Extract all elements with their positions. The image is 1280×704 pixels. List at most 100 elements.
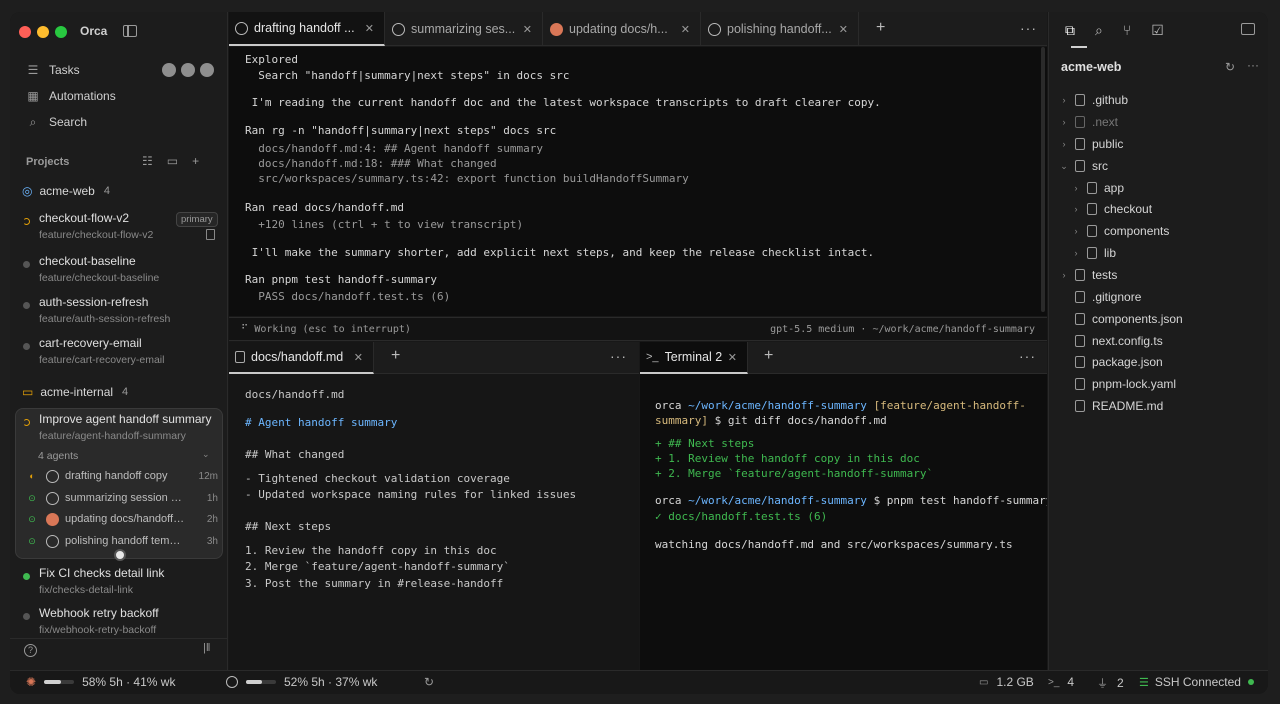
- checklist-icon[interactable]: ☑: [1151, 22, 1164, 39]
- folder-add-icon[interactable]: ▭: [167, 154, 178, 168]
- filter-icon[interactable]: ☷: [142, 154, 153, 168]
- close-icon[interactable]: ✕: [365, 22, 374, 35]
- workspace-item-active[interactable]: Improve agent handoff summary feature/age…: [22, 412, 222, 448]
- sidebar-toggle-icon[interactable]: [123, 25, 137, 37]
- tab-drafting-handoff[interactable]: drafting handoff ... ✕: [229, 12, 385, 46]
- provider-icons: [162, 63, 214, 77]
- terminal-icon: >_: [646, 351, 659, 363]
- tree-folder-open[interactable]: ⌄ src: [1049, 156, 1268, 176]
- tab-summarizing[interactable]: summarizing ses... ✕: [386, 12, 543, 46]
- workspace-item[interactable]: checkout-flow-v2 primary feature/checkout-…: [22, 211, 222, 247]
- list-icon: ☰: [27, 63, 39, 77]
- nav-automations[interactable]: ▦ Automations: [26, 86, 115, 106]
- openai-usage[interactable]: 52% 5h · 37% wk: [226, 675, 377, 689]
- search-icon[interactable]: ⌕: [1095, 22, 1103, 39]
- tree-folder[interactable]: › tests: [1049, 265, 1268, 285]
- tree-folder[interactable]: › lib: [1049, 243, 1268, 263]
- chevron-right-icon: ›: [1074, 204, 1078, 214]
- new-tab-plus-icon[interactable]: +: [876, 19, 885, 37]
- more-icon[interactable]: ···: [610, 348, 627, 364]
- claude-usage[interactable]: ✺ 58% 5h · 41% wk: [26, 675, 175, 689]
- resize-handle[interactable]: [114, 549, 126, 561]
- explorer-title: acme-web: [1061, 60, 1122, 74]
- source-control-icon[interactable]: ⑂: [1123, 22, 1131, 39]
- help-icon[interactable]: ?: [24, 644, 37, 657]
- refresh-icon[interactable]: ↻: [424, 675, 434, 689]
- shell-terminal[interactable]: orca ~/work/acme/handoff-summary [featur…: [640, 374, 1047, 670]
- close-icon[interactable]: ✕: [354, 351, 363, 364]
- prompt-path: ~/work/acme/handoff-summary: [688, 399, 867, 412]
- files-icon[interactable]: ⧉: [1065, 22, 1075, 39]
- tree-file[interactable]: README.md: [1049, 396, 1268, 416]
- refresh-icon[interactable]: ↻: [1225, 60, 1235, 74]
- more-icon[interactable]: ···: [1019, 348, 1036, 364]
- workspace-branch: feature/agent-handoff-summary: [39, 430, 186, 442]
- gitlab-icon[interactable]: [181, 63, 195, 77]
- workspace-branch: fix/checks-detail-link: [39, 584, 133, 596]
- workspace-item[interactable]: auth-session-refresh feature/auth-session…: [22, 295, 222, 331]
- app-name: Orca: [80, 24, 108, 38]
- nav-search[interactable]: ⌕ Search: [26, 112, 87, 132]
- close-icon[interactable]: ✕: [839, 23, 848, 36]
- diff-line: + 2. Merge `feature/agent-handoff-summar…: [655, 467, 934, 480]
- tab-updating-docs[interactable]: updating docs/h... ✕: [544, 12, 701, 46]
- repo-acme-web[interactable]: ◎ acme-web 4: [22, 184, 110, 198]
- tree-file[interactable]: pnpm-lock.yaml: [1049, 374, 1268, 394]
- tree-file[interactable]: package.json: [1049, 352, 1268, 372]
- markdown-editor[interactable]: docs/handoff.md # Agent handoff summary …: [229, 374, 639, 670]
- memory-indicator[interactable]: ▭ 1.2 GB: [979, 675, 1034, 689]
- workspace-item[interactable]: Webhook retry backoff fix/webhook-retry-b…: [22, 606, 222, 636]
- tree-folder[interactable]: › app: [1049, 178, 1268, 198]
- tree-folder[interactable]: › components: [1049, 221, 1268, 241]
- done-icon: ⊙: [28, 535, 36, 546]
- close-icon[interactable]: ✕: [681, 23, 690, 36]
- tree-folder[interactable]: › checkout: [1049, 199, 1268, 219]
- close-window-button[interactable]: [19, 26, 31, 38]
- scrollbar[interactable]: [1041, 47, 1045, 312]
- new-tab-plus-icon[interactable]: +: [391, 347, 400, 365]
- close-icon[interactable]: ✕: [523, 23, 532, 36]
- panel-right-icon[interactable]: [1241, 23, 1255, 35]
- github-icon[interactable]: [162, 63, 176, 77]
- more-icon[interactable]: ···: [1247, 58, 1259, 72]
- tab-polishing[interactable]: polishing handoff... ✕: [702, 12, 859, 46]
- nav-tasks[interactable]: ☰ Tasks: [26, 60, 80, 80]
- workspace-item[interactable]: checkout-baseline feature/checkout-baseli…: [22, 254, 222, 290]
- tree-folder[interactable]: › .next: [1049, 112, 1268, 132]
- chevron-down-icon[interactable]: ⌄: [202, 449, 210, 460]
- more-icon[interactable]: ···: [1020, 20, 1037, 36]
- port-count[interactable]: ⏚ 2: [1097, 675, 1124, 691]
- tree-file[interactable]: components.json: [1049, 309, 1268, 329]
- workspace-item[interactable]: Fix CI checks detail link fix/checks-deta…: [22, 566, 222, 602]
- tab-terminal-2[interactable]: >_ Terminal 2 ✕: [640, 342, 748, 374]
- repo-name: acme-web: [39, 184, 95, 198]
- minimize-window-button[interactable]: [37, 26, 49, 38]
- new-tab-plus-icon[interactable]: +: [764, 347, 773, 365]
- tree-file[interactable]: .gitignore: [1049, 287, 1268, 307]
- done-icon: ⊙: [28, 513, 36, 524]
- agent-item[interactable]: ◐ drafting handoff copy 12m: [28, 467, 218, 485]
- plus-icon[interactable]: +: [192, 154, 199, 168]
- agent-terminal[interactable]: Explored Search "handoff|summary|next st…: [229, 47, 1047, 316]
- zoom-window-button[interactable]: [55, 26, 67, 38]
- tree-label: src: [1092, 159, 1108, 173]
- terminal-count[interactable]: >_ 4: [1048, 675, 1074, 689]
- panel-toggle-icon[interactable]: |‖: [203, 642, 210, 654]
- agent-item[interactable]: ⊙ summarizing session co... 1h: [28, 489, 218, 507]
- agents-count[interactable]: 4 agents: [38, 450, 78, 462]
- chevron-down-icon: ⌄: [1060, 160, 1068, 171]
- repo-acme-internal[interactable]: ▭ acme-internal 4: [22, 385, 128, 399]
- workspace-item[interactable]: cart-recovery-email feature/cart-recovery…: [22, 336, 222, 372]
- file-icon: [206, 229, 215, 240]
- agent-item[interactable]: ⊙ polishing handoff templ... 3h: [28, 532, 218, 550]
- tree-file[interactable]: next.config.ts: [1049, 331, 1268, 351]
- tree-folder[interactable]: › public: [1049, 134, 1268, 154]
- file-icon: [1075, 116, 1085, 128]
- ssh-status[interactable]: ☰ SSH Connected: [1139, 675, 1254, 689]
- usage-meter: [44, 680, 75, 684]
- linear-icon[interactable]: [200, 63, 214, 77]
- tree-folder[interactable]: › .github: [1049, 90, 1268, 110]
- agent-item[interactable]: ⊙ updating docs/handoff.... 2h: [28, 510, 218, 528]
- close-icon[interactable]: ✕: [728, 351, 737, 364]
- tab-handoff-md[interactable]: docs/handoff.md ✕: [229, 342, 374, 374]
